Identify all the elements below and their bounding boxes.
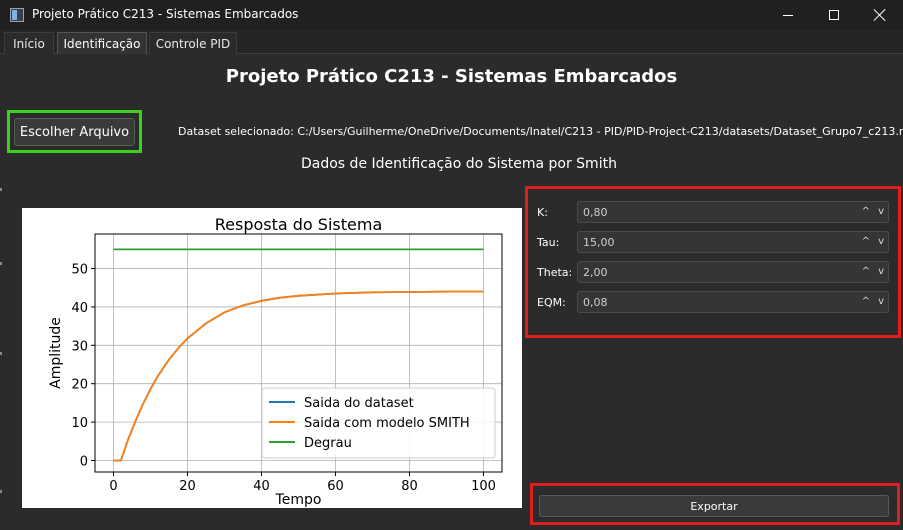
x-tick-label: 100 <box>471 479 496 494</box>
param-eqm-label: EQM: <box>537 296 566 309</box>
y-axis-label: Amplitude <box>48 317 64 389</box>
spin-up-icon[interactable]: ^ <box>862 266 870 278</box>
param-theta-value: 2,00 <box>583 266 608 279</box>
x-tick-label: 80 <box>401 479 418 494</box>
spin-down-icon[interactable]: v <box>878 206 884 218</box>
window-edge <box>0 180 2 510</box>
chart-title: Resposta do Sistema <box>215 215 383 234</box>
export-button[interactable]: Exportar <box>539 495 889 517</box>
y-tick-label: 40 <box>71 301 88 316</box>
maximize-icon <box>829 10 839 20</box>
legend-entry: Degrau <box>304 436 352 451</box>
legend-entry: Saida com modelo SMITH <box>304 416 470 431</box>
param-theta-label: Theta: <box>537 266 573 279</box>
section-title: Dados de Identificação do Sistema por Sm… <box>301 156 617 172</box>
minimize-icon <box>783 14 793 16</box>
tab-inicio[interactable]: Início <box>4 32 54 54</box>
close-button[interactable] <box>857 0 903 30</box>
param-tau-value: 15,00 <box>583 236 615 249</box>
spin-down-icon[interactable]: v <box>878 296 884 308</box>
spin-up-icon[interactable]: ^ <box>862 236 870 248</box>
x-tick-label: 0 <box>109 479 117 494</box>
close-icon <box>874 9 886 21</box>
y-tick-label: 50 <box>71 263 88 278</box>
spin-down-icon[interactable]: v <box>878 266 884 278</box>
title-bar: Projeto Prático C213 - Sistemas Embarcad… <box>0 0 903 30</box>
y-tick-label: 0 <box>80 454 88 469</box>
param-k-value: 0,80 <box>583 206 608 219</box>
param-theta-field[interactable]: 2,00 ^ v <box>577 261 889 283</box>
spin-up-icon[interactable]: ^ <box>862 296 870 308</box>
param-tau-field[interactable]: 15,00 ^ v <box>577 231 889 253</box>
param-tau-label: Tau: <box>537 236 560 249</box>
tab-bar: Início Identificação Controle PID <box>0 30 903 54</box>
param-eqm-field[interactable]: 0,08 ^ v <box>577 291 889 313</box>
x-axis-label: Tempo <box>275 492 322 508</box>
param-k-field[interactable]: 0,80 ^ v <box>577 201 889 223</box>
y-tick-label: 10 <box>71 416 88 431</box>
x-tick-label: 60 <box>327 479 344 494</box>
spin-down-icon[interactable]: v <box>878 236 884 248</box>
dataset-path-label: Dataset selecionado: C:/Users/Guilherme/… <box>178 125 903 138</box>
tab-controle-pid[interactable]: Controle PID <box>149 32 237 54</box>
y-tick-label: 30 <box>71 339 88 354</box>
param-eqm-value: 0,08 <box>583 296 608 309</box>
x-tick-label: 40 <box>253 479 270 494</box>
param-k-label: K: <box>537 206 548 219</box>
choose-file-button[interactable]: Escolher Arquivo <box>14 118 135 146</box>
window-title: Projeto Prático C213 - Sistemas Embarcad… <box>32 7 299 21</box>
spin-up-icon[interactable]: ^ <box>862 206 870 218</box>
x-tick-label: 20 <box>179 479 196 494</box>
app-icon <box>10 8 24 22</box>
legend-entry: Saida do dataset <box>304 396 414 411</box>
page-title: Projeto Prático C213 - Sistemas Embarcad… <box>225 66 678 87</box>
tab-identificacao[interactable]: Identificação <box>57 32 147 54</box>
chart-canvas: 0 20 40 60 80 100 0 10 20 30 40 50 Resposta do Siste… <box>48 215 503 508</box>
maximize-button[interactable] <box>811 0 857 30</box>
y-tick-label: 20 <box>71 378 88 393</box>
minimize-button[interactable] <box>765 0 811 30</box>
response-chart: 0 20 40 60 80 100 0 10 20 30 40 50 Resposta do Siste… <box>22 208 522 508</box>
